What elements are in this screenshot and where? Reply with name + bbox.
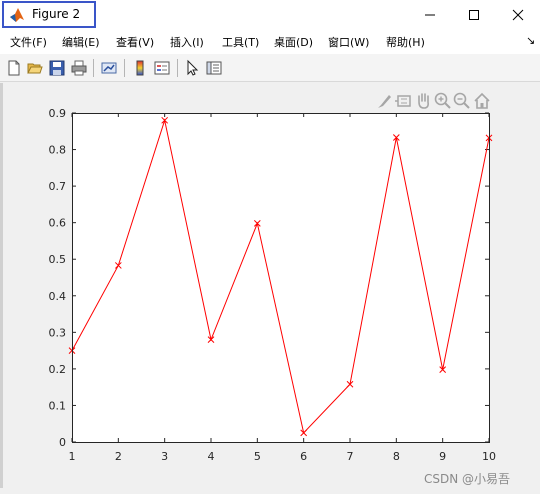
y-tick-label: 0.2 — [49, 363, 67, 376]
x-tick-label: 5 — [254, 450, 261, 463]
x-tick-label: 6 — [300, 450, 307, 463]
y-tick-label: 0.8 — [49, 144, 67, 157]
x-tick-label: 9 — [439, 450, 446, 463]
x-tick-labels: 1 2 3 4 5 6 7 8 9 10 — [69, 450, 497, 463]
y-tick-labels: 0 0.1 0.2 0.3 0.4 0.5 0.6 0.7 0.8 0.9 — [49, 107, 67, 449]
figure-window: Figure 2 文件(F) 编辑(E) 查看(V) 插入(I) 工具(T) 桌… — [0, 0, 540, 494]
plot-canvas: 0 0.1 0.2 0.3 0.4 0.5 0.6 0.7 0.8 0.9 1 2 3 4 5 6 7 8 9 10 — [49, 107, 497, 463]
y-tick-label: 0.7 — [49, 180, 67, 193]
axes-background — [72, 113, 489, 442]
y-tick-label: 0.1 — [49, 399, 67, 412]
x-tick-label: 8 — [393, 450, 400, 463]
y-tick-label: 0.3 — [49, 326, 67, 339]
x-tick-label: 4 — [208, 450, 215, 463]
x-tick-label: 2 — [115, 450, 122, 463]
y-tick-label: 0.4 — [49, 290, 67, 303]
y-tick-label: 0 — [59, 436, 66, 449]
x-tick-label: 10 — [482, 450, 496, 463]
y-tick-label: 0.9 — [49, 107, 67, 120]
y-tick-label: 0.5 — [49, 253, 67, 266]
y-tick-label: 0.6 — [49, 217, 67, 230]
x-tick-label: 3 — [161, 450, 168, 463]
watermark-text: CSDN @小易吾 — [424, 472, 511, 486]
x-tick-label: 7 — [347, 450, 354, 463]
x-tick-label: 1 — [69, 450, 76, 463]
